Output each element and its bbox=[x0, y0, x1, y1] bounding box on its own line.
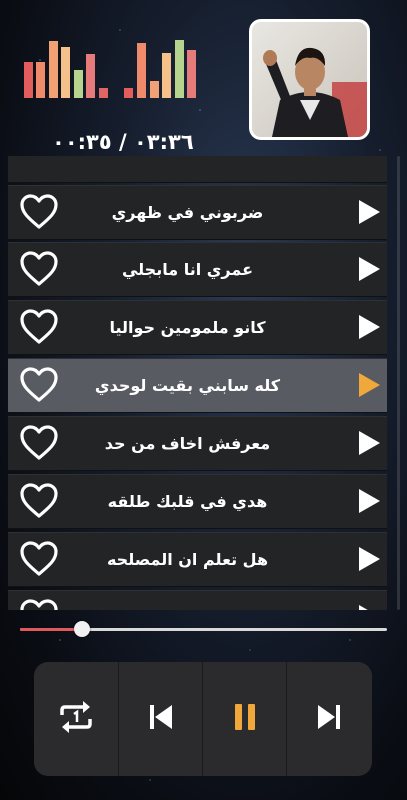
song-title: ضربوني في ظهري bbox=[111, 203, 264, 222]
song-title: هل تعلم ان المصلحه bbox=[106, 550, 269, 569]
playlist-item[interactable]: معرفش اخاف من حد bbox=[8, 416, 387, 471]
eq-bar bbox=[74, 70, 83, 98]
playlist-item-active[interactable]: كله سابني بقيت لوحدي bbox=[8, 358, 387, 413]
playlist-item-partial-top[interactable] bbox=[8, 156, 387, 183]
play-icon[interactable] bbox=[356, 314, 382, 340]
eq-bar bbox=[137, 43, 146, 98]
pause-button[interactable] bbox=[202, 662, 287, 776]
play-icon-active[interactable] bbox=[356, 372, 382, 398]
next-button[interactable] bbox=[286, 662, 371, 776]
playlist-item[interactable]: كانو ملمومين حواليا bbox=[8, 300, 387, 355]
seek-thumb[interactable] bbox=[74, 621, 91, 637]
song-title: هدي في قلبك طلقه bbox=[107, 492, 268, 511]
playlist-item[interactable]: ضربوني في ظهري bbox=[8, 185, 387, 240]
heart-icon[interactable] bbox=[19, 366, 59, 404]
play-icon[interactable] bbox=[356, 430, 382, 456]
previous-icon bbox=[146, 702, 176, 736]
playlist-scrollbar[interactable] bbox=[397, 156, 400, 610]
artist-photo bbox=[252, 22, 367, 137]
play-icon[interactable] bbox=[356, 199, 382, 225]
eq-bar bbox=[36, 62, 45, 98]
playlist-item[interactable]: هدي في قلبك طلقه bbox=[8, 474, 387, 529]
heart-icon[interactable] bbox=[19, 424, 59, 462]
eq-bar bbox=[187, 50, 196, 98]
next-icon bbox=[314, 702, 344, 736]
repeat-one-button[interactable] bbox=[34, 662, 118, 776]
heart-icon[interactable] bbox=[19, 540, 59, 578]
play-icon[interactable] bbox=[356, 604, 382, 610]
eq-bar bbox=[124, 88, 133, 98]
song-title: كله سابني بقيت لوحدي bbox=[94, 376, 281, 395]
eq-bar bbox=[99, 88, 108, 98]
playback-controls bbox=[34, 662, 372, 776]
play-icon[interactable] bbox=[356, 488, 382, 514]
eq-bar bbox=[61, 47, 70, 98]
seek-bar[interactable] bbox=[20, 621, 387, 637]
play-icon[interactable] bbox=[356, 256, 382, 282]
heart-icon[interactable] bbox=[19, 598, 59, 610]
heart-icon[interactable] bbox=[19, 482, 59, 520]
eq-bar bbox=[49, 41, 58, 98]
time-display: ٠٣:٣٦ / ٠٠:٣٥ bbox=[52, 130, 194, 154]
eq-bar bbox=[162, 53, 171, 98]
playlist-item[interactable]: هل تعلم ان المصلحه bbox=[8, 532, 387, 587]
previous-button[interactable] bbox=[118, 662, 203, 776]
seek-progress bbox=[20, 628, 83, 631]
eq-bar bbox=[150, 81, 159, 98]
heart-icon[interactable] bbox=[19, 193, 59, 231]
eq-bar bbox=[24, 62, 33, 98]
eq-bar bbox=[175, 40, 184, 98]
playlist[interactable]: ضربوني في ظهري عمري انا مابجلي كانو ملمو… bbox=[8, 156, 400, 610]
equalizer-visualizer bbox=[24, 40, 196, 98]
playlist-item[interactable]: عمري انا مابجلي bbox=[8, 242, 387, 297]
heart-icon[interactable] bbox=[19, 308, 59, 346]
album-art[interactable] bbox=[249, 19, 370, 140]
song-title: عمري انا مابجلي bbox=[121, 260, 254, 279]
eq-bar bbox=[86, 54, 95, 98]
song-title: معرفش اخاف من حد bbox=[104, 434, 271, 453]
repeat-one-icon bbox=[56, 697, 96, 741]
pause-icon bbox=[230, 702, 260, 736]
playlist-item-partial-bottom[interactable] bbox=[8, 590, 387, 610]
heart-icon[interactable] bbox=[19, 250, 59, 288]
play-icon[interactable] bbox=[356, 546, 382, 572]
song-title: كانو ملمومين حواليا bbox=[109, 318, 266, 337]
